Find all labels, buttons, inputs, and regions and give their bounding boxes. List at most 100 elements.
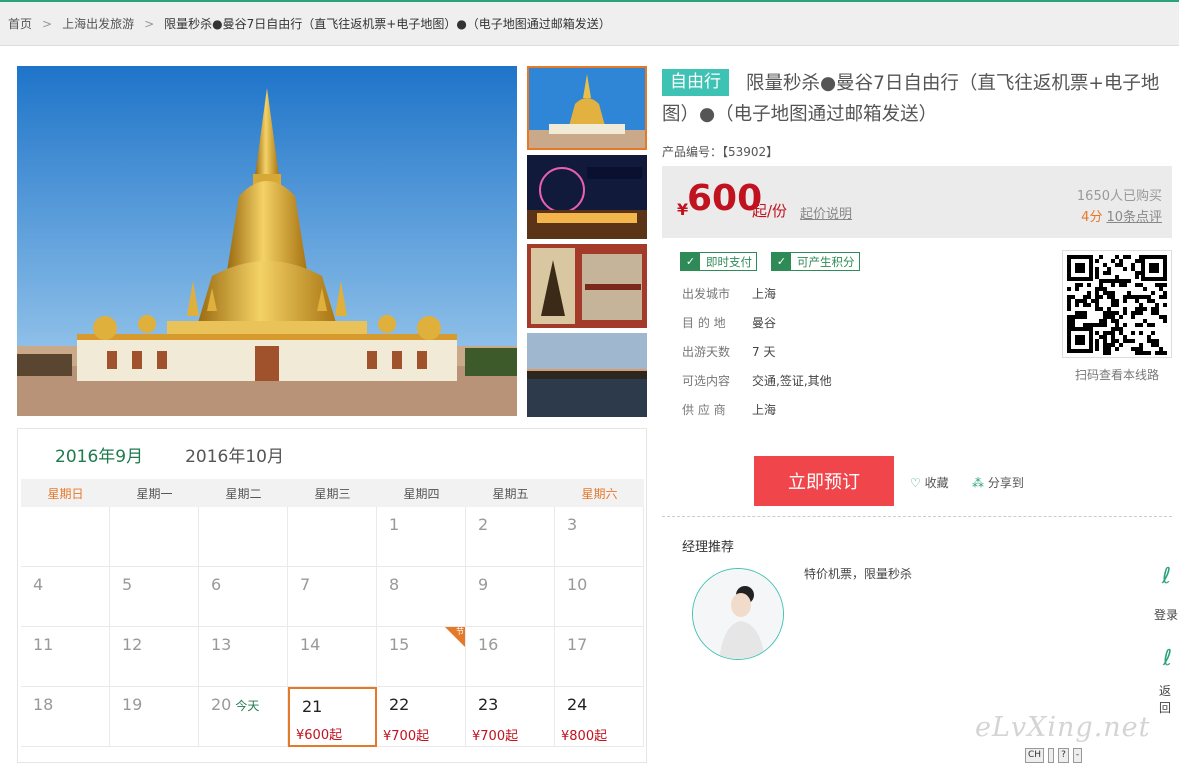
- calendar-day: 5: [110, 567, 199, 627]
- calendar-day[interactable]: 21 ¥600起: [288, 687, 377, 747]
- thumbnail-river-sunset[interactable]: [527, 333, 647, 417]
- instant-pay-label: 即时支付: [706, 254, 752, 269]
- calendar-empty-cell: [199, 507, 288, 567]
- price-explain-link[interactable]: 起价说明: [800, 203, 852, 222]
- calendar-day: 16: [466, 627, 555, 687]
- info-row-supplier: 供 应 商 上海: [682, 401, 776, 418]
- calendar-day-number: 18: [33, 695, 54, 714]
- favorite-label: 收藏: [924, 476, 949, 490]
- weekday-sat: 星期六: [581, 486, 618, 501]
- calendar-day: 19: [110, 687, 199, 747]
- product-title: 限量秒杀●曼谷7日自由行（直飞往返机票+电子地图）●（电子地图通过邮箱发送）: [662, 73, 1160, 125]
- side-back-link[interactable]: ℓ 返回: [1159, 646, 1179, 716]
- weekday-header: 星期日 星期一 星期二 星期三 星期四 星期五 星期六: [21, 479, 644, 507]
- calendar-day: 4: [21, 567, 110, 627]
- thumbnail-pagoda[interactable]: [527, 66, 647, 150]
- calendar-day: 10: [555, 567, 644, 627]
- info-key: 出发城市: [682, 287, 731, 301]
- favorite-button[interactable]: ♡ 收藏: [910, 474, 949, 491]
- calendar-day[interactable]: 22 ¥700起: [377, 687, 466, 747]
- chevron-right-icon: >: [144, 16, 155, 31]
- back-icon: ℓ: [1163, 646, 1173, 671]
- side-login-link[interactable]: ℓ 登录: [1154, 564, 1178, 623]
- heart-icon: ♡: [910, 476, 921, 490]
- calendar-day-price: ¥600起: [296, 728, 343, 743]
- weekday-fri: 星期五: [492, 486, 529, 501]
- calendar-day-number: 15: [389, 635, 410, 654]
- calendar-day[interactable]: 23 ¥700起: [466, 687, 555, 747]
- calendar-day-number: 22: [389, 695, 410, 714]
- calendar-day-number: 23: [478, 695, 499, 714]
- info-row-departure: 出发城市 上海: [682, 285, 776, 302]
- calendar-day-price: ¥700起: [383, 729, 430, 744]
- calendar-day-number: 21: [302, 697, 323, 716]
- check-icon: ✓: [681, 253, 700, 270]
- calendar-day-number: 5: [122, 575, 133, 594]
- calendar-day-number: 14: [300, 635, 321, 654]
- calendar-day[interactable]: 24 ¥800起: [555, 687, 644, 747]
- share-button[interactable]: ⁂ 分享到: [972, 474, 1024, 491]
- info-value: 交通,签证,其他: [752, 374, 832, 388]
- calendar-grid: 1 2 3 4 5 6 7 8 9 10 11 12 13 14 15 节 16 17 18 19 20 今天 21 ¥600…: [21, 507, 644, 747]
- points-badge: ✓ 可产生积分: [771, 252, 860, 271]
- tray-icon[interactable]: [1048, 748, 1055, 763]
- info-row-destination: 目 的 地 曼谷: [682, 314, 776, 331]
- points-label: 可产生积分: [797, 254, 855, 269]
- calendar-day: 12: [110, 627, 199, 687]
- calendar-day: 13: [199, 627, 288, 687]
- tray-icon[interactable]: -: [1072, 748, 1083, 763]
- breadcrumb-current: 限量秒杀●曼谷7日自由行（直飞往返机票+电子地图）●（电子地图通过邮箱发送）: [164, 17, 611, 31]
- calendar-day-number: 16: [478, 635, 499, 654]
- info-value: 上海: [752, 403, 777, 417]
- manager-recommend-title: 经理推荐: [682, 540, 735, 555]
- info-key: 目 的 地: [682, 316, 726, 330]
- info-value: 曼谷: [752, 316, 777, 330]
- weekday-sun: 星期日: [47, 486, 84, 501]
- info-row-options: 可选内容 交通,签证,其他: [682, 372, 832, 389]
- breadcrumb-category[interactable]: 上海出发旅游: [62, 15, 134, 32]
- calendar-day-number: 9: [478, 575, 489, 594]
- thumbnail-asiatique[interactable]: [527, 155, 647, 239]
- side-back-label: 返回: [1159, 684, 1172, 715]
- info-row-days: 出游天数 7 天: [682, 343, 775, 360]
- calendar-day: 1: [377, 507, 466, 567]
- calendar-empty-cell: [110, 507, 199, 567]
- calendar-day: 9: [466, 567, 555, 627]
- calendar-day: 6: [199, 567, 288, 627]
- breadcrumb-home[interactable]: 首页: [8, 15, 32, 32]
- rating: 4分 10条点评: [1081, 206, 1162, 225]
- calendar-empty-cell: [21, 507, 110, 567]
- divider: [662, 516, 1172, 517]
- breadcrumb: 首页 > 上海出发旅游 > 限量秒杀●曼谷7日自由行（直飞往返机票+电子地图）●…: [0, 2, 1179, 46]
- calendar-day-number: 1: [389, 515, 400, 534]
- system-tray: CH? -: [1025, 748, 1125, 763]
- tab-oct-2016[interactable]: 2016年10月: [185, 442, 284, 467]
- tray-icon[interactable]: CH: [1025, 748, 1045, 763]
- weekday-wed: 星期三: [314, 486, 351, 501]
- calendar-day: 3: [555, 507, 644, 567]
- tray-icon[interactable]: ?: [1058, 748, 1069, 763]
- calendar-day: 2: [466, 507, 555, 567]
- weekday-tue: 星期二: [225, 486, 262, 501]
- calendar-day-number: 4: [33, 575, 44, 594]
- calendar-day: 15 节: [377, 627, 466, 687]
- calendar-day-price: ¥700起: [472, 729, 519, 744]
- calendar-day-number: 17: [567, 635, 588, 654]
- thumbnail-mural[interactable]: [527, 244, 647, 328]
- calendar-day-price: ¥800起: [561, 729, 608, 744]
- price-value: 600: [687, 178, 763, 219]
- share-label: 分享到: [987, 476, 1024, 490]
- price-box: ¥ 600 起/份 起价说明 1650人已购买 4分 10条点评: [662, 166, 1172, 238]
- info-key: 出游天数: [682, 345, 731, 359]
- reviews-link[interactable]: 10条点评: [1106, 210, 1162, 225]
- calendar-day-number: 7: [300, 575, 311, 594]
- tab-sep-2016[interactable]: 2016年9月: [55, 442, 143, 467]
- calendar-day-number: 11: [33, 635, 54, 654]
- calendar-empty-cell: [288, 507, 377, 567]
- calendar-day-number: 6: [211, 575, 222, 594]
- calendar-day-number: 13: [211, 635, 232, 654]
- check-icon: ✓: [772, 253, 791, 270]
- info-key: 可选内容: [682, 374, 731, 388]
- book-now-button[interactable]: 立即预订: [754, 456, 894, 506]
- calendar-day-number: 2: [478, 515, 489, 534]
